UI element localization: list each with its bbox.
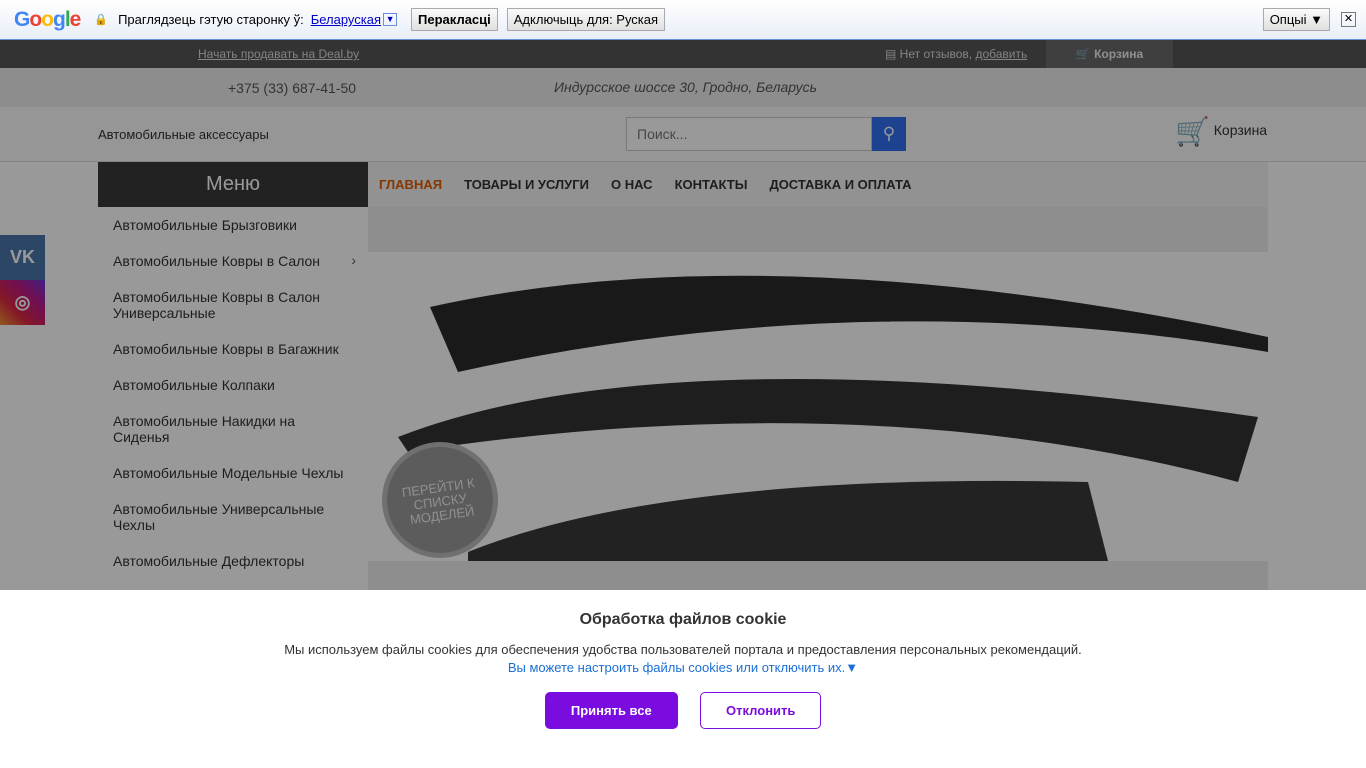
language-link[interactable]: Беларуская: [311, 12, 381, 27]
close-icon[interactable]: ✕: [1341, 12, 1356, 27]
options-button[interactable]: Опцыі ▼: [1262, 8, 1330, 31]
cookie-banner: Обработка файлов cookie Мы используем фа…: [0, 590, 1366, 768]
reject-button[interactable]: Отклонить: [700, 692, 822, 729]
lock-icon: 🔒: [94, 14, 109, 26]
disable-translate-button[interactable]: Адключыць для: Руская: [506, 8, 666, 31]
accept-all-button[interactable]: Принять все: [544, 692, 678, 729]
cookie-title: Обработка файлов cookie: [579, 611, 787, 628]
google-logo: Google: [14, 7, 81, 31]
translate-prompt: Праглядзець гэтую старонку ў:: [118, 12, 304, 27]
translate-bar: Google 🔒 Праглядзець гэтую старонку ў: Б…: [0, 0, 1366, 40]
language-dropdown-icon[interactable]: ▼: [383, 13, 398, 26]
translate-button[interactable]: Перакласці: [411, 8, 498, 31]
cookie-text: Мы используем файлы cookies для обеспече…: [284, 642, 1082, 657]
cookie-settings-link[interactable]: Вы можете настроить файлы cookies или от…: [0, 660, 1366, 675]
